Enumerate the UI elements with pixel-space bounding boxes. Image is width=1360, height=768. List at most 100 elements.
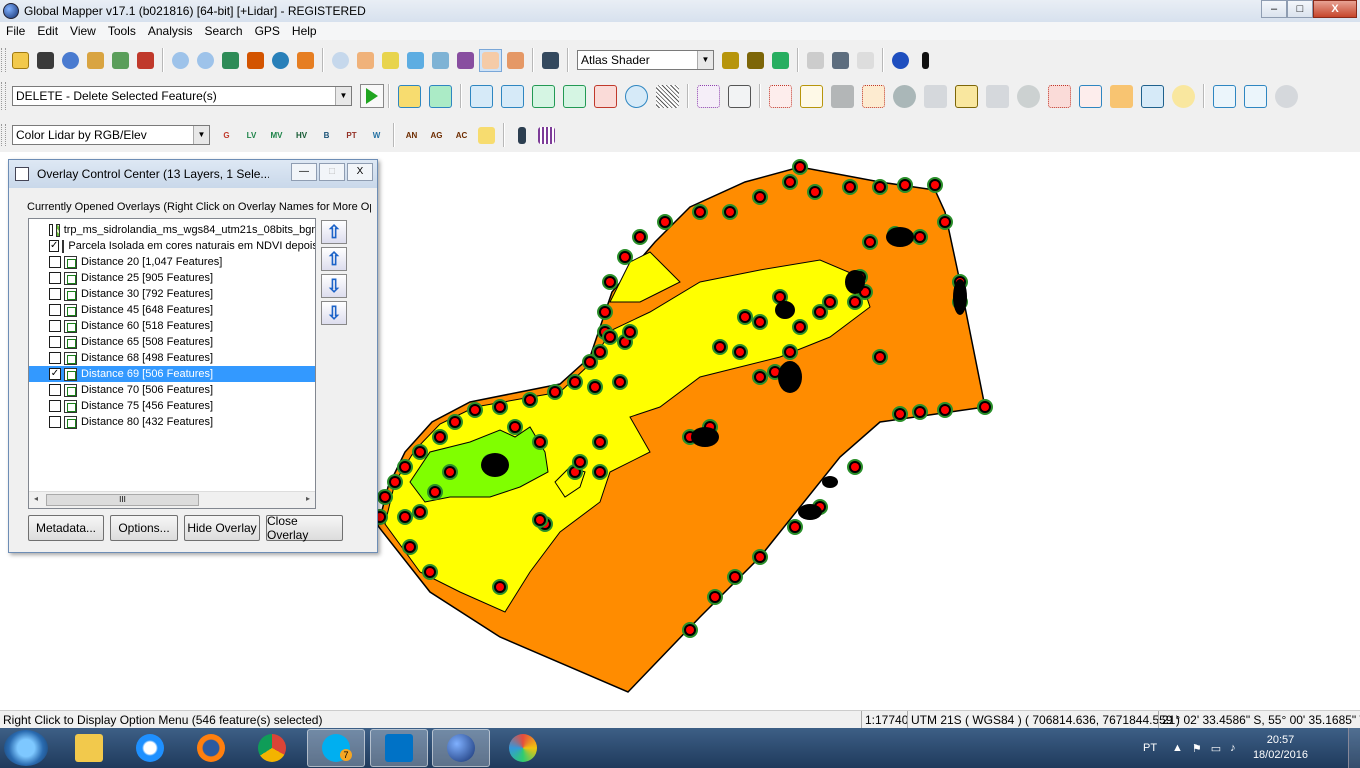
overlay-checkbox[interactable] (49, 416, 61, 428)
shader-config-icon[interactable] (719, 49, 742, 72)
dialog-minimize-button[interactable]: — (291, 163, 317, 181)
coord-convert-icon[interactable] (591, 82, 620, 111)
edit-tool-icon[interactable] (1107, 82, 1136, 111)
close-button[interactable]: X (1313, 0, 1357, 18)
home-icon[interactable] (244, 49, 267, 72)
overlay-checkbox[interactable]: ✓ (49, 240, 60, 252)
overlay-row[interactable]: Distance 68 [498 Features] (29, 350, 315, 366)
overlay-row[interactable]: Distance 65 [508 Features] (29, 334, 315, 350)
overlay-checkbox[interactable] (49, 384, 61, 396)
lidar-star-icon[interactable] (475, 124, 498, 147)
menu-edit[interactable]: Edit (31, 24, 64, 38)
selected-feature-cluster[interactable] (798, 504, 822, 520)
menu-help[interactable]: Help (286, 24, 323, 38)
selected-feature-cluster[interactable] (481, 453, 509, 477)
chevron-down-icon[interactable]: ▼ (193, 126, 209, 144)
selected-feature-cluster[interactable] (691, 427, 719, 447)
lidar-med-veg-button[interactable]: MV (265, 124, 288, 147)
digitizer-icon[interactable] (479, 48, 502, 72)
lidar-ground-button[interactable]: G (215, 124, 238, 147)
menu-gps[interactable]: GPS (249, 24, 286, 38)
menu-file[interactable]: File (0, 24, 31, 38)
dialog-close-button[interactable]: X (347, 163, 373, 181)
maximize-button[interactable]: □ (1287, 0, 1313, 18)
grid-view-icon[interactable] (294, 49, 317, 72)
overlay-checkbox[interactable] (49, 336, 61, 348)
chevron-down-icon[interactable]: ▼ (697, 51, 713, 69)
chevron-down-icon[interactable]: ▼ (335, 87, 351, 105)
scroll-right-icon[interactable]: ▸ (306, 494, 310, 503)
shader-select[interactable]: Atlas Shader ▼ (577, 50, 714, 70)
selected-feature-cluster[interactable] (778, 361, 802, 393)
open-folder-icon[interactable] (9, 49, 32, 72)
horizontal-scrollbar[interactable]: ◂ III ▸ (29, 491, 315, 508)
feature-attr-icon[interactable] (1138, 82, 1167, 111)
lidar-filter-icon[interactable] (510, 124, 533, 147)
zoom-extent-icon[interactable] (219, 49, 242, 72)
config-tools-icon[interactable] (134, 49, 157, 72)
tray-expand-icon[interactable]: ▲ (1172, 742, 1183, 754)
lidar-ag-button[interactable]: AG (425, 124, 448, 147)
move-top-button[interactable]: ⇧ (321, 220, 347, 244)
overlay-checkbox[interactable] (49, 320, 61, 332)
edit-area-icon[interactable] (467, 82, 496, 111)
selected-feature-cluster[interactable] (845, 270, 865, 294)
lidar-low-veg-button[interactable]: LV (240, 124, 263, 147)
move-up-icon[interactable] (1241, 82, 1270, 111)
overlay-row[interactable]: Distance 20 [1,047 Features] (29, 254, 315, 270)
overlay-row[interactable]: Distance 25 [905 Features] (29, 270, 315, 286)
metadata-button[interactable]: Metadata... (28, 515, 104, 541)
scale-feature-icon[interactable] (921, 82, 950, 111)
selected-feature-cluster[interactable] (953, 279, 967, 315)
pan-hand-icon[interactable] (354, 49, 377, 72)
options-button[interactable]: Options... (110, 515, 178, 541)
run-action-button[interactable] (360, 84, 384, 108)
overlay-row[interactable]: Distance 45 [648 Features] (29, 302, 315, 318)
refresh-icon[interactable] (269, 49, 292, 72)
split-line-icon[interactable] (529, 82, 558, 111)
menu-tools[interactable]: Tools (102, 24, 142, 38)
measure-icon[interactable] (379, 49, 402, 72)
gps-target-icon[interactable] (889, 49, 912, 72)
show-desktop-button[interactable] (1348, 728, 1360, 768)
connect-points-icon[interactable] (1076, 82, 1105, 111)
smooth-line-icon[interactable] (797, 82, 826, 111)
overlay-checkbox[interactable]: ✓ (49, 368, 61, 380)
skype-task[interactable]: 7 (307, 729, 365, 767)
reshape-icon[interactable] (983, 82, 1012, 111)
ring-area-icon[interactable] (1169, 82, 1198, 111)
overlay-row[interactable]: Distance 80 [432 Features] (29, 414, 315, 430)
scroll-left-icon[interactable]: ◂ (34, 494, 38, 503)
buffer-icon[interactable] (622, 82, 651, 111)
start-button[interactable] (4, 730, 48, 766)
menu-analysis[interactable]: Analysis (142, 24, 199, 38)
insert-vertex-icon[interactable] (725, 82, 754, 111)
ie-task[interactable] (121, 729, 179, 767)
overlay-checkbox[interactable] (49, 256, 61, 268)
flag-icon[interactable]: ⚑ (1192, 742, 1202, 755)
overlay-checkbox[interactable] (49, 400, 61, 412)
flag-icon[interactable] (804, 49, 827, 72)
create-area-icon[interactable] (395, 82, 424, 111)
close-overlay-button[interactable]: Close Overlay (266, 514, 343, 542)
paint-task[interactable] (494, 729, 552, 767)
vertex-edit-icon[interactable] (694, 82, 723, 111)
shape-gray-icon[interactable] (828, 82, 857, 111)
undo-icon[interactable] (1272, 82, 1301, 111)
lidar-an-button[interactable]: AN (400, 124, 423, 147)
network-icon[interactable]: ▭ (1211, 742, 1221, 755)
split-area-icon[interactable] (1014, 82, 1043, 111)
draw-line-icon[interactable] (1210, 82, 1239, 111)
overlay-row[interactable]: Distance 60 [518 Features] (29, 318, 315, 334)
minimize-button[interactable]: – (1261, 0, 1287, 18)
menu-search[interactable]: Search (199, 24, 249, 38)
zoom-out-icon[interactable] (194, 49, 217, 72)
grid-points-icon[interactable] (1045, 82, 1074, 111)
overlay-row[interactable]: ✓ Distance 69 [506 Features] (29, 366, 315, 382)
selected-feature-cluster[interactable] (775, 301, 795, 319)
create-line-icon[interactable] (426, 82, 455, 111)
workspace-icon[interactable] (84, 49, 107, 72)
funnel-icon[interactable] (504, 49, 527, 72)
selected-feature-cluster[interactable] (822, 476, 838, 488)
north-arrow-icon[interactable] (914, 49, 937, 72)
